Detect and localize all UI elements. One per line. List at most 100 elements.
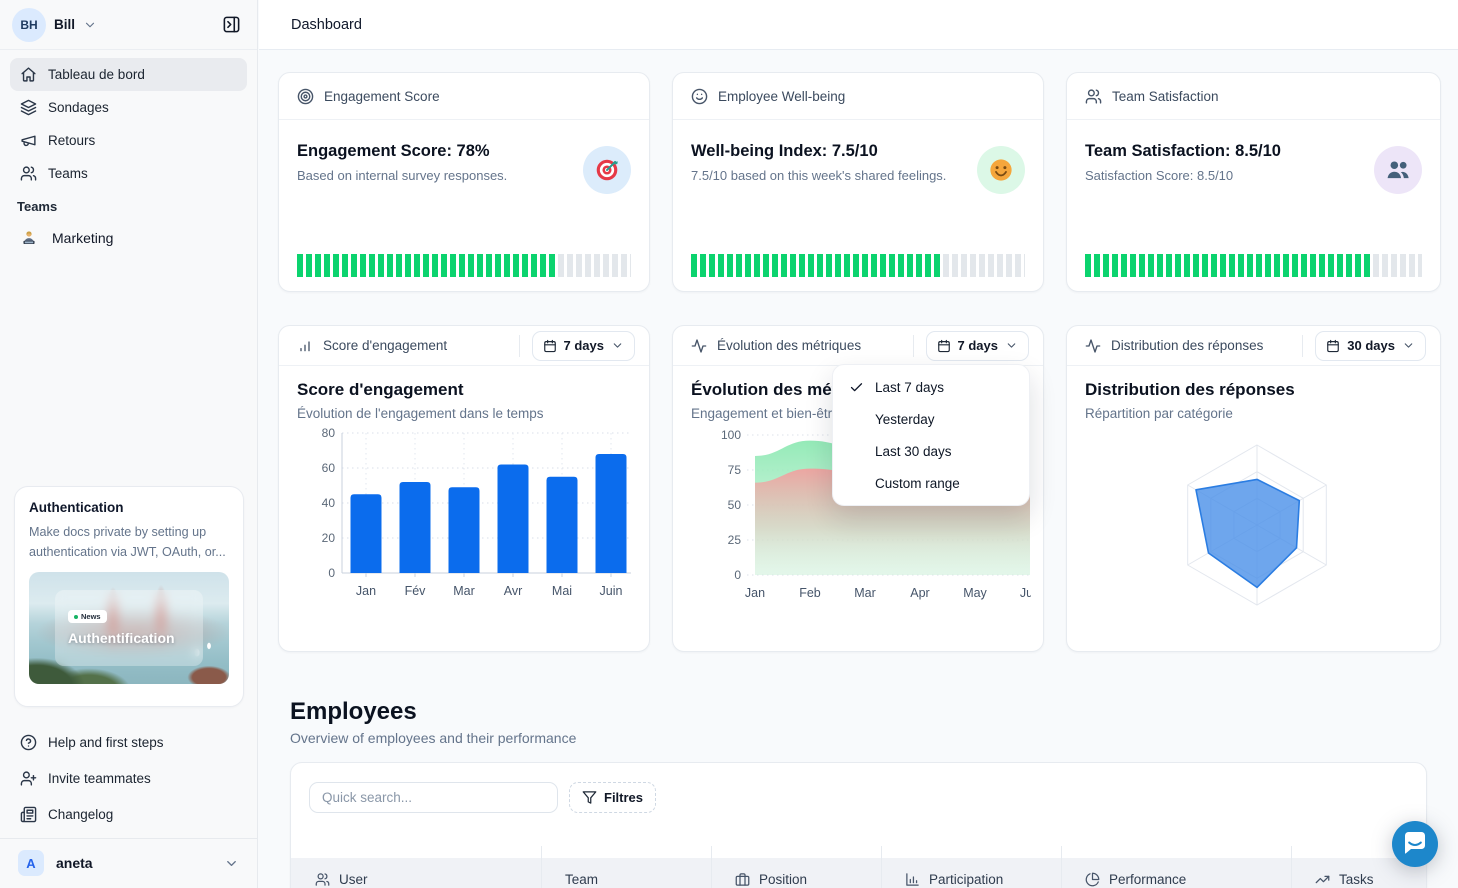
- chevron-down-icon: [1402, 339, 1415, 352]
- progress-strip: [1085, 254, 1422, 277]
- stat-card-header-label: Engagement Score: [324, 89, 440, 104]
- bar-chart: 020406080JanFévMarAvrMaiJuin: [297, 425, 637, 617]
- column-header-label: Position: [759, 872, 807, 887]
- page-title: Dashboard: [291, 17, 362, 33]
- sidebar-item-sondages[interactable]: Sondages: [10, 91, 247, 124]
- promo-title: Authentication: [29, 500, 229, 515]
- svg-text:Mar: Mar: [453, 584, 475, 598]
- employees-title: Employees: [290, 698, 417, 726]
- sidebar-divider: [0, 838, 257, 839]
- chat-bubble-button[interactable]: [1392, 821, 1438, 867]
- smile-emoji-badge: [977, 146, 1025, 194]
- sidebar-header: BH Bill: [0, 0, 257, 50]
- megaphone-icon: [20, 132, 37, 149]
- news-badge: News: [68, 610, 107, 623]
- stat-card-header: Team Satisfaction: [1067, 73, 1440, 120]
- sidebar-item-label: Invite teammates: [48, 771, 151, 786]
- collapse-sidebar-button[interactable]: [218, 11, 245, 38]
- user-menu[interactable]: Bill: [54, 17, 75, 32]
- bar-chart-icon: [297, 338, 313, 354]
- svg-text:20: 20: [322, 531, 336, 545]
- employees-subtitle: Overview of employees and their performa…: [290, 730, 576, 746]
- sidebar-item-tableau-de-bord[interactable]: Tableau de bord: [10, 58, 247, 91]
- svg-text:40: 40: [322, 496, 336, 510]
- dropdown-item-last-30-days[interactable]: Last 30 days: [833, 435, 1029, 467]
- column-header-performance[interactable]: Performance: [1061, 858, 1291, 888]
- calendar-icon: [543, 339, 557, 353]
- stat-title: Well-being Index: 7.5/10: [691, 142, 1025, 161]
- pie-chart-icon: [1085, 872, 1100, 887]
- briefcase-icon: [735, 872, 750, 887]
- column-header-label: Participation: [929, 872, 1003, 887]
- sidebar-item-label: Teams: [48, 166, 88, 181]
- stat-card-body: Engagement Score: 78% Based on internal …: [279, 120, 649, 293]
- employees-table-card: Filtres User Team Position Participation Per…: [290, 762, 1427, 888]
- stat-card-header-label: Employee Well-being: [718, 89, 845, 104]
- column-header-user[interactable]: User: [291, 858, 541, 888]
- column-header-participation[interactable]: Participation: [881, 858, 1061, 888]
- chart-card-header-label: Évolution des métriques: [717, 338, 861, 353]
- workspace-avatar: A: [18, 850, 44, 876]
- svg-text:0: 0: [328, 566, 335, 580]
- sidebar-item-marketing[interactable]: Marketing: [10, 222, 247, 254]
- column-header-label: Tasks: [1339, 872, 1374, 887]
- progress-strip-fill: [297, 254, 558, 277]
- stat-card-0: Engagement Score Engagement Score: 78% B…: [278, 72, 650, 292]
- sidebar-item-label: Marketing: [52, 230, 113, 246]
- dropdown-item-custom-range[interactable]: Custom range: [833, 467, 1029, 499]
- search-input[interactable]: [309, 782, 558, 813]
- filters-button[interactable]: Filtres: [569, 782, 656, 813]
- table-header: User Team Position Participation Performance…: [291, 846, 1426, 888]
- promo-card-authentication[interactable]: Authentication Make docs private by sett…: [14, 486, 244, 707]
- sidebar-footer-nav: Help and first steps Invite teammates Chan…: [10, 724, 247, 832]
- workspace-name: aneta: [56, 855, 93, 871]
- dropdown-item-last-7-days[interactable]: Last 7 days: [833, 371, 1029, 403]
- sidebar-item-invite-teammates[interactable]: Invite teammates: [10, 760, 247, 796]
- stat-card-header-label: Team Satisfaction: [1112, 89, 1219, 104]
- promo-description: Make docs private by setting up authenti…: [29, 523, 229, 562]
- chart-subtitle: Répartition par catégorie: [1085, 406, 1422, 421]
- sidebar-item-retours[interactable]: Retours: [10, 124, 247, 157]
- column-header-team[interactable]: Team: [541, 858, 711, 888]
- chart-card-header-label: Score d'engagement: [323, 338, 447, 353]
- dropdown-item-yesterday[interactable]: Yesterday: [833, 403, 1029, 435]
- layers-icon: [20, 99, 37, 116]
- sidebar-nav: Tableau de bordSondagesRetours Teams: [10, 58, 247, 190]
- user-plus-icon: [20, 770, 37, 787]
- users-icon: [315, 872, 330, 887]
- activity-icon: [1085, 338, 1101, 354]
- date-range-button[interactable]: 7 days: [926, 331, 1029, 361]
- user-avatar[interactable]: BH: [12, 8, 46, 42]
- sidebar-item-changelog[interactable]: Changelog: [10, 796, 247, 832]
- news-dot-icon: [74, 615, 78, 619]
- svg-text:Mai: Mai: [552, 584, 572, 598]
- workspace-switcher[interactable]: A aneta: [10, 846, 247, 880]
- date-range-button[interactable]: 7 days: [532, 331, 635, 361]
- target-emoji-badge: [583, 146, 631, 194]
- svg-text:80: 80: [322, 426, 336, 440]
- progress-strip: [297, 254, 631, 277]
- sidebar-item-help-and-first-steps[interactable]: Help and first steps: [10, 724, 247, 760]
- promo-image-overlay: News Authentification: [55, 590, 203, 666]
- header-separator: [519, 335, 520, 357]
- chevron-down-icon: [224, 856, 239, 871]
- date-range-button[interactable]: 30 days: [1315, 331, 1426, 361]
- progress-strip: [691, 254, 1025, 277]
- chart-card-2: Distribution des réponses 30 days Distri…: [1066, 325, 1441, 652]
- chevron-down-icon: [1005, 339, 1018, 352]
- progress-strip-fill: [691, 254, 942, 277]
- sidebar-item-teams[interactable]: Teams: [10, 157, 247, 190]
- svg-text:Jan: Jan: [356, 584, 376, 598]
- stat-subtitle: 7.5/10 based on this week's shared feeli…: [691, 168, 1025, 183]
- column-header-label: User: [339, 872, 368, 887]
- chart-card-header: Score d'engagement 7 days: [279, 326, 649, 366]
- stat-card-2: Team Satisfaction Team Satisfaction: 8.5…: [1066, 72, 1441, 292]
- smile-icon: [691, 88, 708, 105]
- stat-card-header: Engagement Score: [279, 73, 649, 120]
- column-header-position[interactable]: Position: [711, 858, 881, 888]
- promo-image-title: Authentification: [68, 630, 190, 646]
- svg-text:Feb: Feb: [799, 586, 821, 600]
- date-range-dropdown: Last 7 days YesterdayLast 30 daysCustom r…: [832, 364, 1030, 506]
- dropdown-item-label: Last 7 days: [875, 380, 944, 395]
- svg-text:Fév: Fév: [405, 584, 427, 598]
